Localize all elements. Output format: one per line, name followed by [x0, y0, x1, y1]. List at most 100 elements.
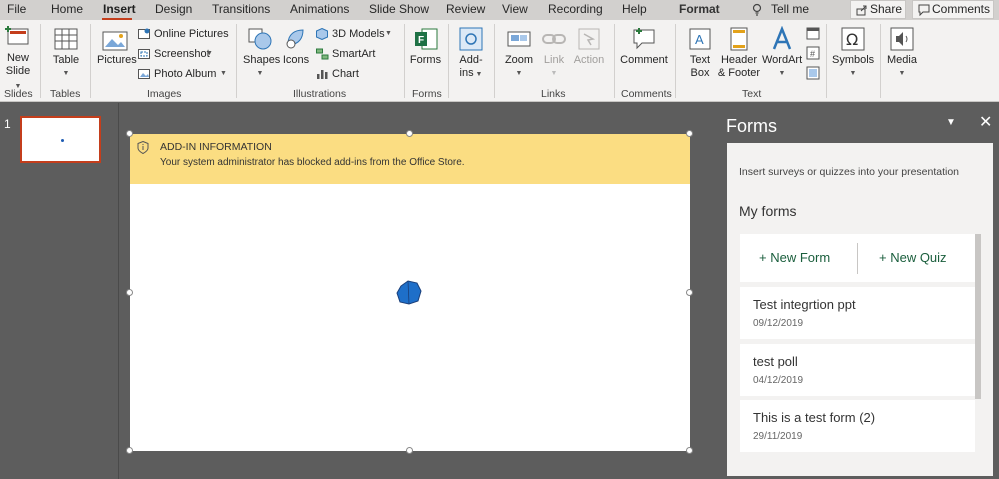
action-label: Action: [573, 54, 605, 66]
tab-recording[interactable]: Recording: [548, 2, 603, 16]
tab-slide-show[interactable]: Slide Show: [369, 2, 429, 16]
form-list-item[interactable]: This is a test form (2) 29/11/2019: [740, 400, 975, 452]
new-form-button[interactable]: + New Form: [759, 250, 830, 265]
resize-handle[interactable]: [406, 447, 413, 454]
table-icon: [54, 28, 78, 50]
chevron-down-icon: ▼: [206, 50, 213, 57]
tab-review[interactable]: Review: [446, 2, 485, 16]
tab-home[interactable]: Home: [51, 2, 83, 16]
shapes-button[interactable]: Shapes ▼: [243, 26, 280, 80]
add-ins-button[interactable]: Add- ins ▼: [456, 26, 486, 81]
resize-handle[interactable]: [126, 447, 133, 454]
tab-help[interactable]: Help: [622, 2, 647, 16]
link-icon: [542, 34, 566, 44]
close-icon[interactable]: ✕: [979, 112, 992, 132]
forms-button[interactable]: F Forms: [409, 26, 442, 67]
chevron-down-icon: ▼: [220, 70, 227, 77]
resize-handle[interactable]: [686, 130, 693, 137]
chevron-down-icon: ▼: [898, 70, 906, 77]
text-box-button[interactable]: A Text Box: [685, 26, 715, 80]
form-date: 29/11/2019: [753, 431, 803, 442]
photo-album-icon: [138, 69, 150, 79]
tab-format[interactable]: Format: [679, 2, 720, 16]
text-box-icon: A: [689, 28, 711, 50]
svg-text:F: F: [418, 35, 424, 46]
zoom-button[interactable]: Zoom ▼: [504, 26, 534, 80]
chart-label: Chart: [332, 68, 359, 80]
form-date: 04/12/2019: [753, 375, 804, 386]
slide-number-icon[interactable]: #: [806, 46, 820, 60]
chevron-down-icon: ▼: [385, 30, 392, 37]
comments-label: Comments: [932, 2, 991, 16]
group-links-label: Links: [541, 88, 566, 100]
link-button[interactable]: Link ▼: [540, 26, 568, 80]
tab-design[interactable]: Design: [155, 2, 192, 16]
3d-models-label: 3D Models: [332, 28, 385, 40]
symbols-button[interactable]: Ω Symbols ▼: [832, 26, 874, 80]
share-button[interactable]: Share: [850, 0, 906, 19]
form-date: 09/12/2019: [753, 318, 804, 329]
chevron-down-icon: ▼: [778, 70, 786, 77]
add-ins-label-2: ins: [459, 67, 474, 79]
smartart-icon: [316, 48, 329, 60]
chevron-down-icon: ▼: [473, 71, 483, 78]
form-list-item[interactable]: test poll 04/12/2019: [740, 344, 975, 396]
date-time-icon[interactable]: [806, 26, 820, 40]
icons-button[interactable]: Icons: [282, 26, 310, 67]
tab-transitions[interactable]: Transitions: [212, 2, 270, 16]
pictures-button[interactable]: Pictures: [97, 30, 137, 67]
resize-handle[interactable]: [126, 289, 133, 296]
forms-scrollbar[interactable]: [975, 234, 981, 399]
shapes-icon: [248, 28, 272, 50]
resize-handle[interactable]: [406, 130, 413, 137]
object-icon[interactable]: [806, 66, 820, 80]
action-button[interactable]: Action: [572, 26, 606, 67]
table-label: Table: [52, 54, 80, 66]
form-name: This is a test form (2): [753, 410, 876, 425]
media-label: Media: [887, 54, 917, 66]
comment-button[interactable]: Comment: [620, 26, 668, 67]
tab-insert[interactable]: Insert: [103, 2, 136, 16]
form-name: Test integrtion ppt: [753, 297, 856, 312]
ribbon-separator: [494, 24, 495, 98]
icons-icon: [286, 29, 304, 49]
table-button[interactable]: Table ▼: [50, 26, 82, 80]
new-quiz-button[interactable]: + New Quiz: [879, 250, 947, 265]
group-images-label: Images: [147, 88, 182, 100]
zoom-label: Zoom: [504, 54, 534, 66]
tab-animations[interactable]: Animations: [290, 2, 349, 16]
new-slide-label-2: Slide: [5, 65, 31, 77]
pictures-label: Pictures: [97, 54, 137, 66]
tab-file[interactable]: File: [7, 2, 26, 16]
info-title: ADD-IN INFORMATION: [160, 141, 272, 153]
thumbnail-shape: [61, 139, 64, 142]
microsoft-forms-icon: F: [414, 28, 437, 50]
resize-handle[interactable]: [126, 130, 133, 137]
smartart-label: SmartArt: [332, 48, 376, 60]
pane-options-icon[interactable]: ▼: [946, 117, 956, 128]
new-slide-label: New: [6, 52, 29, 64]
chart-icon: [317, 70, 328, 79]
slide-thumbnail[interactable]: [20, 116, 101, 163]
media-button[interactable]: Media ▼: [886, 26, 918, 80]
chevron-down-icon: ▼: [550, 70, 558, 77]
header-footer-button[interactable]: Header & Footer: [717, 26, 761, 80]
resize-handle[interactable]: [686, 447, 693, 454]
comment-bubble-icon: [918, 4, 930, 16]
online-pictures-label: Online Pictures: [154, 28, 229, 40]
pane-divider[interactable]: [118, 103, 119, 479]
picture-icon: [102, 31, 128, 51]
screenshot-label: Screenshot: [154, 48, 210, 60]
icons-label: Icons: [282, 54, 310, 66]
new-slide-button[interactable]: New Slide ▼: [2, 24, 34, 93]
resize-handle[interactable]: [686, 289, 693, 296]
form-list-item[interactable]: Test integrtion ppt 09/12/2019: [740, 287, 975, 339]
tab-view[interactable]: View: [502, 2, 528, 16]
tell-me-label: Tell me: [771, 2, 810, 16]
comments-button[interactable]: Comments: [912, 0, 994, 19]
wordart-button[interactable]: WordArt ▼: [762, 26, 802, 80]
blue-shape[interactable]: [395, 278, 423, 306]
header-footer-label: Header: [720, 54, 758, 66]
ribbon-separator: [40, 24, 41, 98]
group-illustrations-label: Illustrations: [293, 88, 347, 100]
